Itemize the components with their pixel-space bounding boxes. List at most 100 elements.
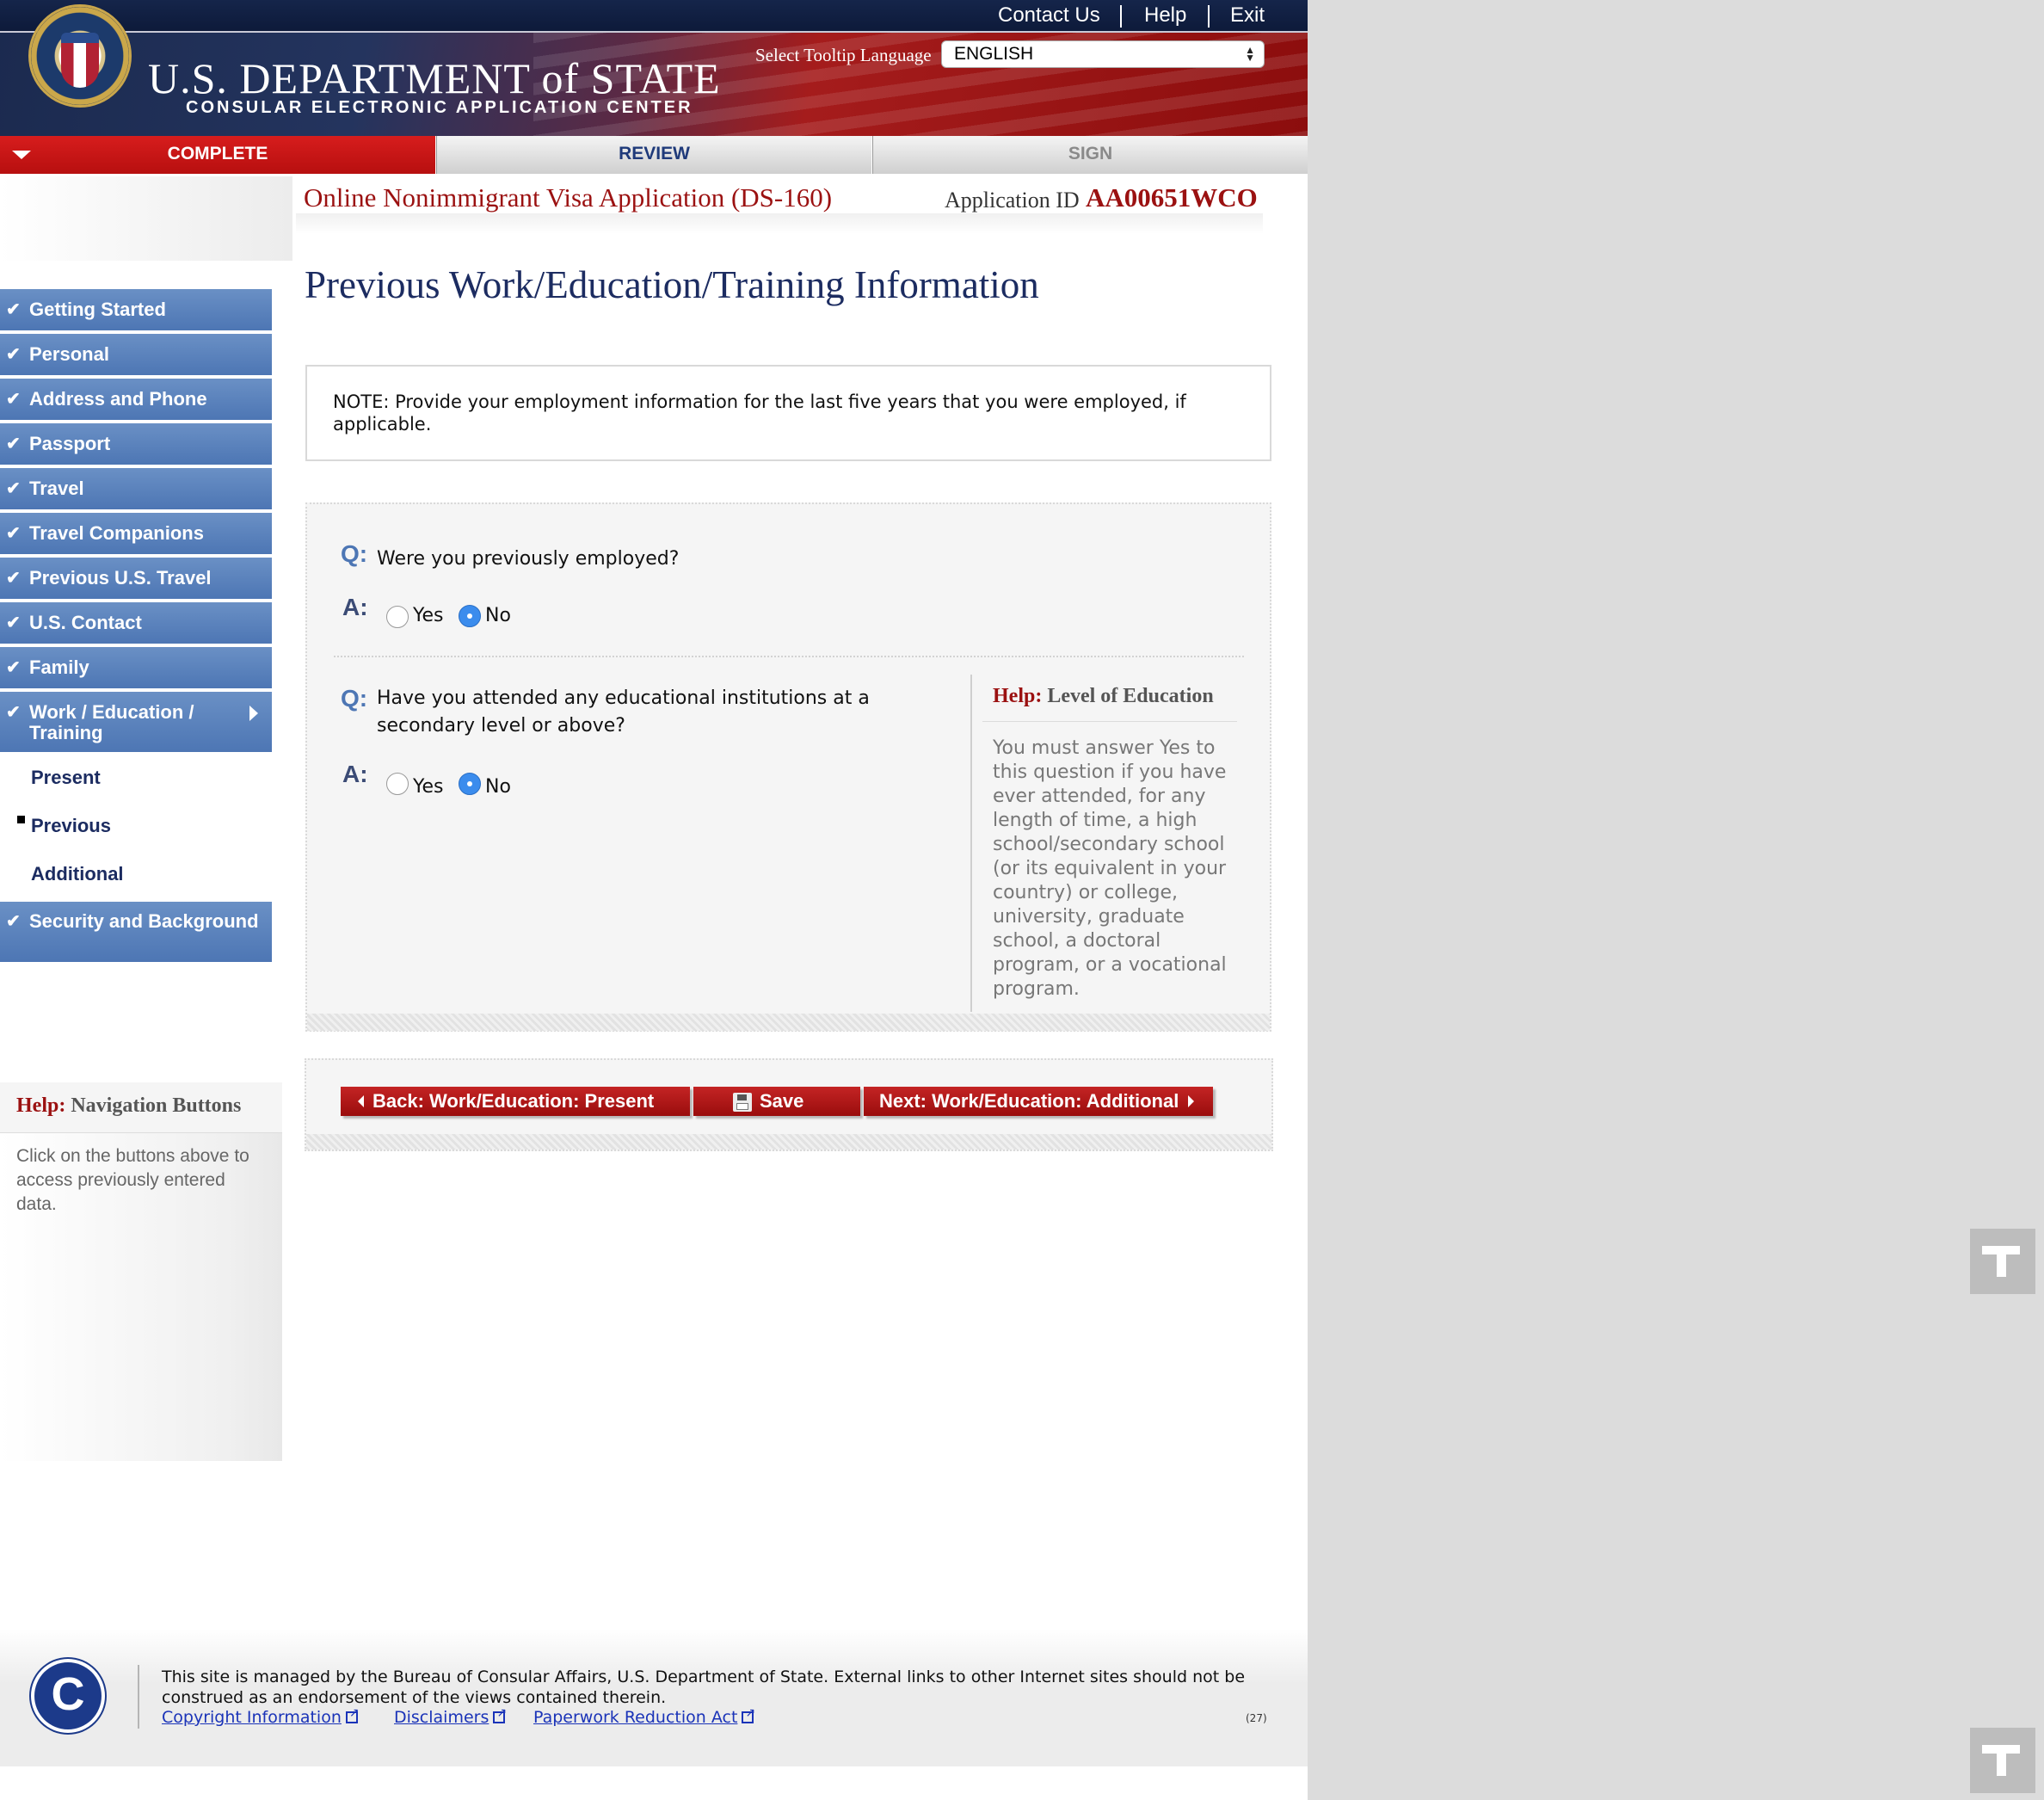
sidebar-item-passport[interactable]: ✔ Passport <box>0 423 272 466</box>
top-link-bar: Contact Us Help Exit <box>0 0 1308 33</box>
sidebar-item-label: Family <box>29 657 89 678</box>
footer-disclaimer-text: This site is managed by the Bureau of Co… <box>162 1667 1246 1707</box>
checkmark-icon: ✔ <box>6 435 21 453</box>
text-tool-icon[interactable] <box>1970 1728 2035 1793</box>
next-button[interactable]: Next: Work/Education: Additional <box>864 1087 1213 1116</box>
question-label: Q: <box>341 540 368 567</box>
paperwork-reduction-link[interactable]: Paperwork Reduction Act <box>533 1706 755 1727</box>
question-attended-education: Have you attended any educational instit… <box>377 687 870 737</box>
question-label: Q: <box>341 685 368 712</box>
external-link-icon <box>345 1706 360 1723</box>
help-link[interactable]: Help <box>1144 3 1186 28</box>
logo-letter: C <box>51 1668 85 1720</box>
text-tool-icon[interactable] <box>1970 1229 2035 1294</box>
checkmark-icon: ✔ <box>6 524 21 543</box>
sidebar-item-security-background[interactable]: ✔ Security and Background <box>0 902 272 964</box>
education-help-text: You must answer Yes to this question if … <box>993 737 1227 1000</box>
tab-review[interactable]: REVIEW <box>436 136 871 174</box>
department-subtitle: CONSULAR ELECTRONIC APPLICATION CENTER <box>186 98 693 117</box>
external-link-icon <box>493 1706 507 1723</box>
sidebar-item-previous-us-travel[interactable]: ✔ Previous U.S. Travel <box>0 558 272 601</box>
employed-no-radio[interactable] <box>459 605 481 627</box>
checkmark-icon: ✔ <box>6 390 21 409</box>
tooltip-language-select[interactable]: ENGLISH ▲ ▼ <box>941 40 1265 68</box>
sidebar-item-travel[interactable]: ✔ Travel <box>0 468 272 511</box>
disclaimers-link-label: Disclaimers <box>394 1708 489 1727</box>
answer-label: A: <box>342 761 368 787</box>
selected-language: ENGLISH <box>954 44 1034 64</box>
application-title: Online Nonimmigrant Visa Application (DS… <box>304 182 833 213</box>
link-separator <box>1208 5 1210 28</box>
tab-complete[interactable]: COMPLETE <box>0 136 435 174</box>
contact-us-link[interactable]: Contact Us <box>998 3 1100 28</box>
sidebar-item-getting-started[interactable]: ✔ Getting Started <box>0 289 272 332</box>
sidebar-item-label: Travel Companions <box>29 522 204 544</box>
sidebar-item-label: Previous U.S. Travel <box>29 567 212 589</box>
select-arrows-icon: ▲ ▼ <box>1245 44 1255 64</box>
save-disk-icon <box>733 1093 752 1112</box>
page-title: Previous Work/Education/Training Informa… <box>305 263 1039 306</box>
navigation-help-text: Click on the buttons above to access pre… <box>16 1146 249 1214</box>
sidebar-item-work-education[interactable]: ✔ Work / Education / Training <box>0 692 272 754</box>
caret-down-icon <box>12 151 31 159</box>
tab-sign[interactable]: SIGN <box>872 136 1308 174</box>
department-name: U.S. DEPARTMENT of STATE <box>148 54 721 102</box>
employed-yes-radio[interactable] <box>386 606 409 628</box>
title-shade <box>296 213 1263 234</box>
arrow-left-icon <box>358 1095 364 1107</box>
question-previously-employed: Were you previously employed? <box>377 548 680 570</box>
note-text: NOTE: Provide your employment informatio… <box>333 391 1186 435</box>
next-button-label: Next: Work/Education: Additional <box>879 1090 1179 1112</box>
triangle-right-icon <box>249 706 258 721</box>
checkmark-icon: ✔ <box>6 912 21 931</box>
back-button[interactable]: Back: Work/Education: Present <box>341 1087 690 1116</box>
link-separator <box>1120 5 1122 28</box>
arrow-right-icon <box>1188 1095 1194 1107</box>
copyright-link-label: Copyright Information <box>162 1708 342 1727</box>
external-link-icon <box>742 1706 755 1723</box>
department-seal-icon <box>31 7 129 105</box>
tab-complete-label: COMPLETE <box>167 144 268 163</box>
copyright-link[interactable]: Copyright Information <box>162 1706 360 1727</box>
checkmark-icon: ✔ <box>6 658 21 677</box>
sidebar-item-label: U.S. Contact <box>29 612 142 633</box>
answer-label: A: <box>342 594 368 620</box>
subnav-present[interactable]: Present <box>31 767 101 789</box>
checkmark-icon: ✔ <box>6 345 21 364</box>
sidebar-shade <box>0 176 292 261</box>
employed-yes-label[interactable]: Yes <box>413 605 444 626</box>
sidebar-item-travel-companions[interactable]: ✔ Travel Companions <box>0 513 272 556</box>
current-page-bullet-icon <box>17 816 25 823</box>
sidebar-item-us-contact[interactable]: ✔ U.S. Contact <box>0 602 272 645</box>
subnav-previous[interactable]: Previous <box>31 815 111 837</box>
header-banner: Contact Us Help Exit U.S. DEPARTMENT of … <box>0 0 1308 136</box>
employed-no-label[interactable]: No <box>485 605 511 626</box>
subnav-additional[interactable]: Additional <box>31 863 124 885</box>
sidebar-item-address-phone[interactable]: ✔ Address and Phone <box>0 379 272 422</box>
education-yes-radio[interactable] <box>386 773 409 795</box>
checkmark-icon: ✔ <box>6 613 21 632</box>
education-no-label[interactable]: No <box>485 776 511 798</box>
application-id: AA00651WCO <box>1086 182 1258 213</box>
sidebar-item-label: Security and Background <box>29 910 259 932</box>
save-button-label: Save <box>760 1090 804 1112</box>
application-id-label: Application ID <box>945 188 1080 213</box>
sidebar-item-family[interactable]: ✔ Family <box>0 647 272 690</box>
education-no-radio[interactable] <box>459 773 481 795</box>
help-prefix: Help: <box>16 1094 66 1117</box>
navigation-help-panel <box>0 1082 282 1461</box>
tooltip-language-label: Select Tooltip Language <box>755 45 932 65</box>
sidebar-item-label: Getting Started <box>29 299 166 320</box>
help-topic: Navigation Buttons <box>71 1094 242 1117</box>
education-yes-label[interactable]: Yes <box>413 776 444 798</box>
consular-affairs-logo-icon: C <box>34 1662 102 1729</box>
exit-link[interactable]: Exit <box>1230 3 1265 28</box>
navigation-help-title: Help: Navigation Buttons <box>16 1094 241 1118</box>
note-box: NOTE: Provide your employment informatio… <box>305 365 1271 461</box>
save-button[interactable]: Save <box>693 1087 860 1116</box>
disclaimers-link[interactable]: Disclaimers <box>394 1706 507 1727</box>
footer-separator <box>138 1665 139 1729</box>
sidebar-item-personal[interactable]: ✔ Personal <box>0 334 272 377</box>
sidebar-item-label: Travel <box>29 478 84 499</box>
checkmark-icon: ✔ <box>6 703 21 722</box>
